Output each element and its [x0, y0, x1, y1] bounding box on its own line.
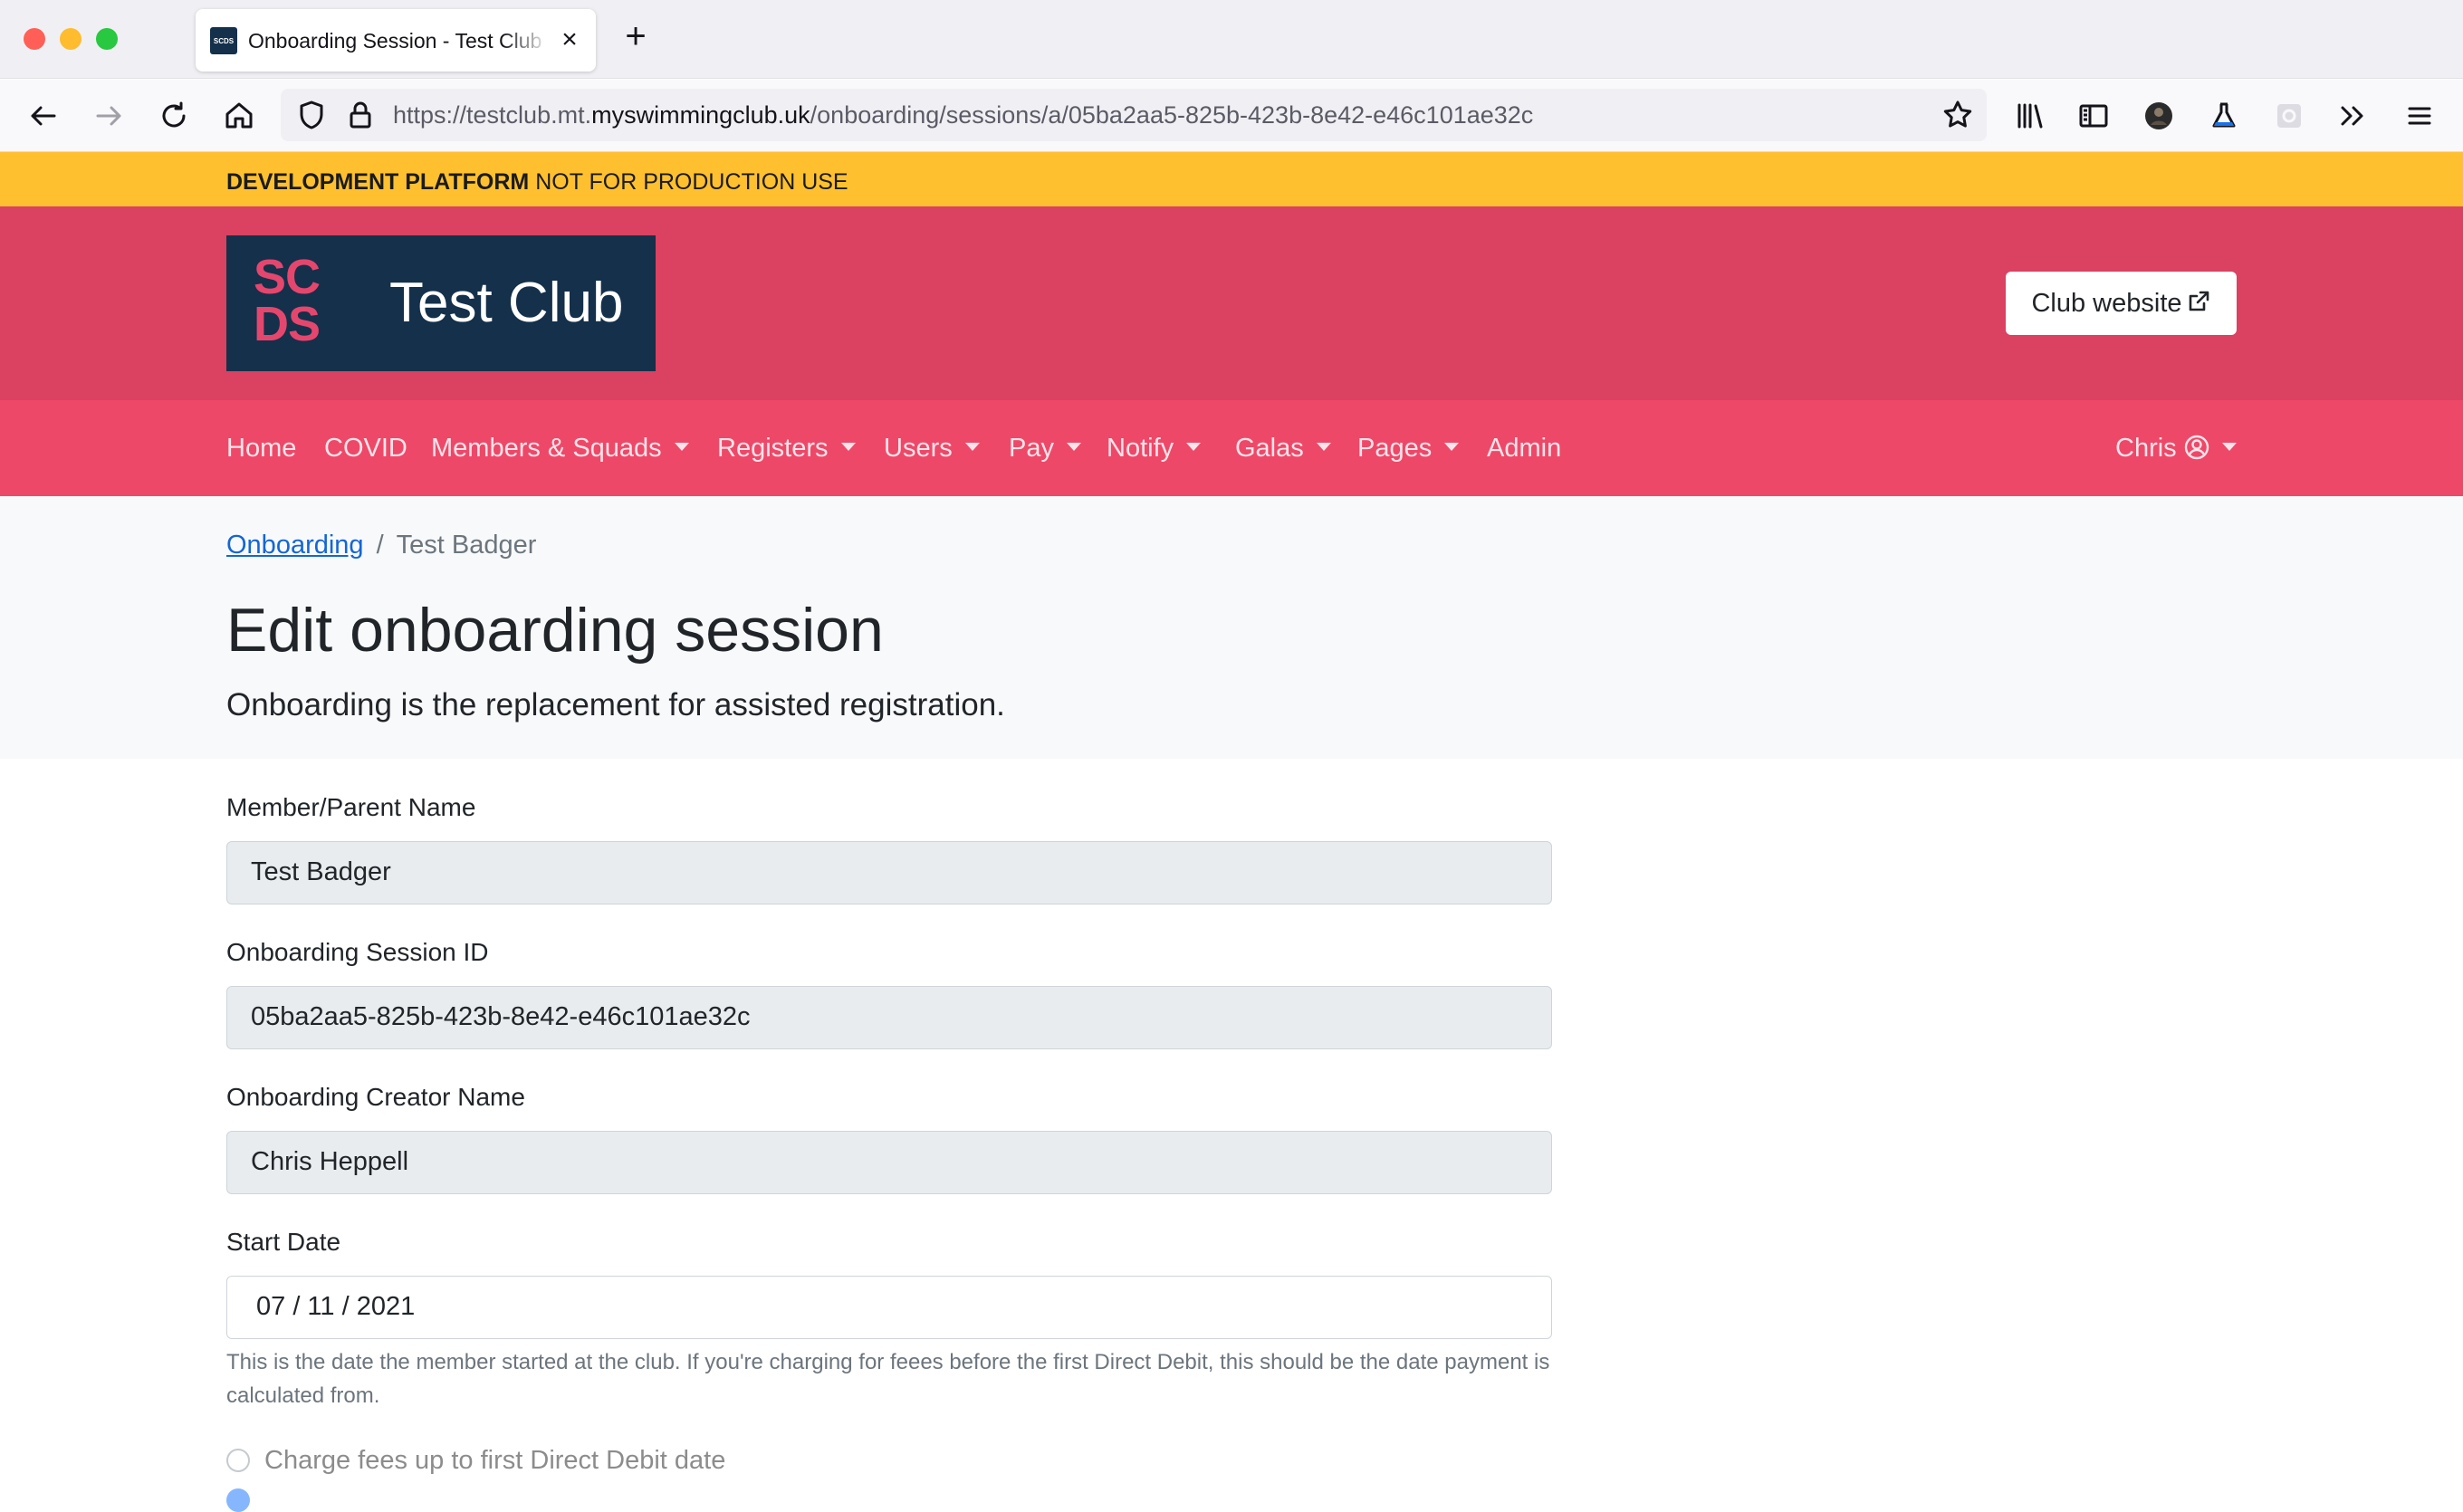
tab-title: Onboarding Session - Test Club — [248, 29, 542, 53]
nav-user-label: Chris — [2115, 434, 2177, 463]
club-website-label: Club website — [2031, 289, 2182, 318]
browser-tab[interactable]: SCDS Onboarding Session - Test Club × — [196, 9, 596, 72]
url-text[interactable]: https://testclub.mt.myswimmingclub.uk/on… — [393, 89, 1533, 141]
start-date-input[interactable]: 07 / 11 / 2021 — [226, 1276, 1552, 1339]
logo-mark-line1: SC — [254, 250, 321, 304]
tab-close-icon[interactable]: × — [554, 24, 585, 55]
flask-icon[interactable] — [2204, 96, 2244, 136]
creator-name-label: Onboarding Creator Name — [226, 1083, 525, 1111]
window-minimize-button[interactable] — [60, 28, 81, 50]
charge-fees-radio-label: Charge fees up to first Direct Debit dat… — [264, 1446, 726, 1475]
nav-users[interactable]: Users — [884, 400, 980, 496]
chevron-down-icon — [674, 443, 689, 451]
breadcrumb: Onboarding / Test Badger — [226, 527, 536, 563]
nav-covid[interactable]: COVID — [324, 400, 407, 496]
lock-icon[interactable] — [340, 95, 380, 135]
overflow-chevrons-icon[interactable] — [2333, 96, 2372, 136]
browser-toolbar: https://testclub.mt.myswimmingclub.uk/on… — [0, 80, 2463, 152]
url-bar[interactable]: https://testclub.mt.myswimmingclub.uk/on… — [281, 89, 1987, 141]
nav-home[interactable]: Home — [226, 400, 296, 496]
main-navigation: Home COVID Members & Squads Registers Us… — [0, 400, 2463, 496]
shield-icon[interactable] — [292, 95, 331, 135]
home-icon[interactable] — [219, 96, 259, 136]
chevron-down-icon — [1316, 443, 1331, 451]
url-path: /onboarding/sessions/a/05ba2aa5-825b-423… — [810, 101, 1534, 129]
member-name-label: Member/Parent Name — [226, 793, 476, 821]
chevron-down-icon — [840, 443, 856, 451]
nav-registers[interactable]: Registers — [717, 400, 856, 496]
tab-favicon-icon: SCDS — [210, 27, 237, 54]
dev-banner-rest: NOT FOR PRODUCTION USE — [529, 169, 848, 195]
nav-galas-label: Galas — [1235, 434, 1304, 463]
chevron-down-icon — [2221, 443, 2237, 451]
session-id-field[interactable]: 05ba2aa5-825b-423b-8e42-e46c101ae32c — [226, 986, 1552, 1049]
nav-notify-label: Notify — [1107, 434, 1174, 463]
chevron-down-icon — [1186, 443, 1202, 451]
url-prefix: https://testclub.mt. — [393, 101, 592, 129]
external-link-icon — [2189, 291, 2209, 311]
club-logo[interactable]: SC DS Test Club — [226, 235, 656, 371]
dev-banner-bold: DEVELOPMENT PLATFORM — [226, 169, 530, 195]
browser-tab-bar: SCDS Onboarding Session - Test Club × + — [0, 0, 2463, 79]
window-zoom-button[interactable] — [96, 28, 118, 50]
club-name: Test Club — [389, 272, 624, 334]
start-date-help-text: This is the date the member started at t… — [226, 1350, 1550, 1408]
sidebar-icon[interactable] — [2074, 96, 2113, 136]
library-icon[interactable] — [2010, 96, 2050, 136]
bookmark-star-icon[interactable] — [1938, 95, 1978, 135]
creator-name-field[interactable]: Chris Heppell — [226, 1131, 1552, 1194]
profile-avatar-icon[interactable] — [2139, 96, 2179, 136]
url-host: myswimmingclub.uk — [591, 101, 810, 129]
window-close-button[interactable] — [24, 28, 45, 50]
extension-icon[interactable] — [2269, 96, 2309, 136]
nav-users-label: Users — [884, 434, 953, 463]
session-id-label: Onboarding Session ID — [226, 938, 489, 966]
nav-galas[interactable]: Galas — [1235, 400, 1331, 496]
breadcrumb-current: Test Badger — [396, 531, 537, 560]
club-website-button[interactable]: Club website — [2006, 272, 2237, 335]
nav-admin[interactable]: Admin — [1487, 400, 1561, 496]
nav-pay-label: Pay — [1009, 434, 1054, 463]
nav-registers-label: Registers — [717, 434, 829, 463]
menu-hamburger-icon[interactable] — [2400, 96, 2439, 136]
back-arrow-icon[interactable] — [24, 96, 63, 136]
page-title: Edit onboarding session — [226, 596, 884, 665]
new-tab-button[interactable]: + — [619, 18, 652, 54]
breadcrumb-onboarding-link[interactable]: Onboarding — [226, 531, 364, 560]
scds-logo-mark: SC DS — [254, 250, 335, 353]
chevron-down-icon — [964, 443, 980, 451]
tab-title-fade — [503, 24, 549, 56]
chevron-down-icon — [1444, 443, 1460, 451]
nav-members-squads-label: Members & Squads — [431, 434, 662, 463]
member-name-field[interactable]: Test Badger — [226, 841, 1552, 904]
user-circle-icon — [2184, 435, 2209, 460]
chevron-down-icon — [1066, 443, 1081, 451]
nav-pages[interactable]: Pages — [1357, 400, 1460, 496]
development-banner: DEVELOPMENT PLATFORM NOT FOR PRODUCTION … — [0, 152, 2463, 206]
reload-icon[interactable] — [154, 96, 194, 136]
nav-notify[interactable]: Notify — [1107, 400, 1202, 496]
nav-pay[interactable]: Pay — [1009, 400, 1081, 496]
logo-mark-line2: DS — [254, 297, 321, 351]
forward-arrow-icon[interactable] — [89, 96, 129, 136]
dev-banner-text: DEVELOPMENT PLATFORM NOT FOR PRODUCTION … — [226, 152, 848, 212]
page-heading-area: Onboarding / Test Badger Edit onboarding s… — [0, 496, 2463, 759]
nav-members-squads[interactable]: Members & Squads — [431, 400, 689, 496]
start-date-label: Start Date — [226, 1228, 341, 1256]
club-header: SC DS Test Club Club website — [0, 206, 2463, 400]
second-option-radio[interactable] — [226, 1488, 250, 1512]
nav-pages-label: Pages — [1357, 434, 1433, 463]
nav-user-menu[interactable]: Chris — [2115, 400, 2237, 496]
charge-fees-radio[interactable] — [226, 1449, 250, 1472]
breadcrumb-separator: / — [376, 531, 384, 560]
page-lead: Onboarding is the replacement for assist… — [226, 687, 1005, 723]
